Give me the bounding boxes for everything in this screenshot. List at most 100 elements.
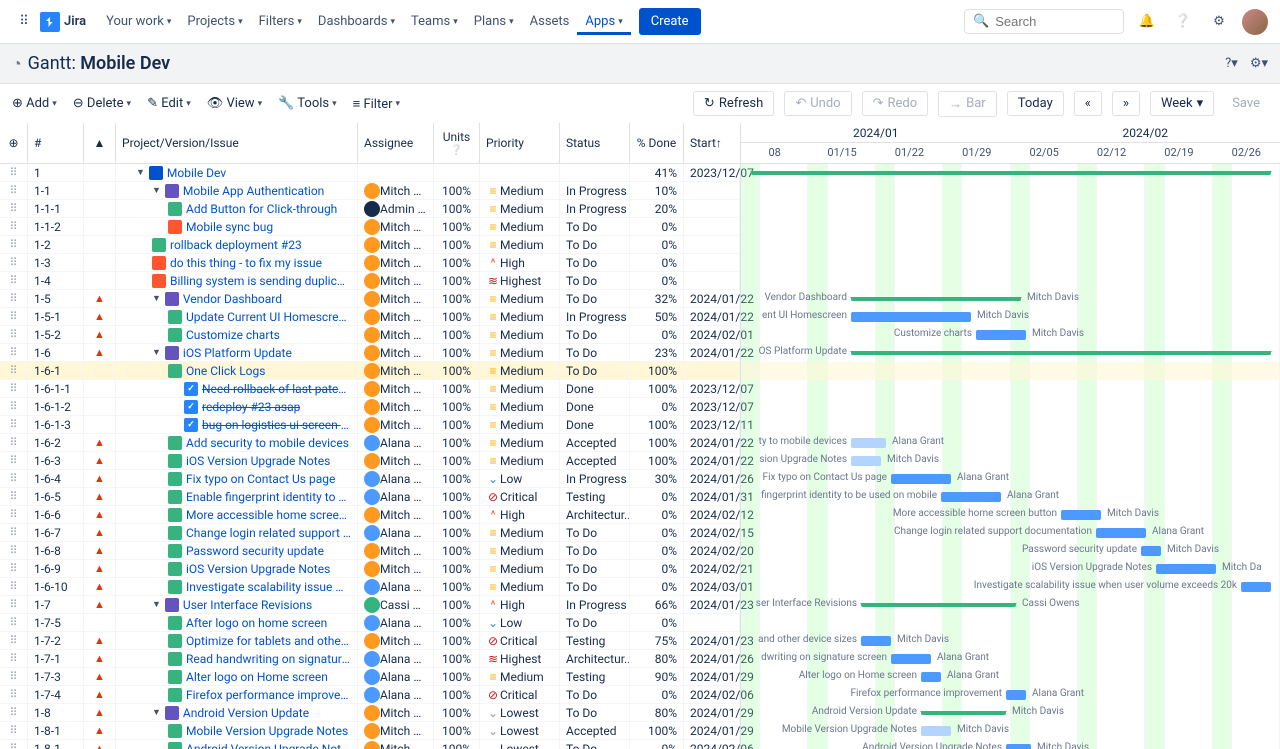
gantt-row[interactable]: Investigate scalability issue when user … xyxy=(741,578,1280,596)
drag-handle-icon[interactable]: ⠿ xyxy=(9,724,17,737)
gantt-row[interactable] xyxy=(741,380,1280,398)
col-status[interactable]: Status xyxy=(560,123,630,163)
delete-menu[interactable]: ⊖ Delete ▾ xyxy=(73,96,131,112)
issue-link[interactable]: Change login related support docume... xyxy=(186,526,351,540)
grid-row[interactable]: ⠿1-6-1-1✓Need rollback of last patch asa… xyxy=(0,380,740,398)
issue-link[interactable]: Enable fingerprint identity to be used .… xyxy=(186,490,351,504)
tools-menu[interactable]: 🔧 Tools ▾ xyxy=(278,96,337,112)
gantt-row[interactable] xyxy=(741,182,1280,200)
issue-link[interactable]: Mobile Version Upgrade Notes xyxy=(186,724,348,738)
add-menu[interactable]: ⊕ Add ▾ xyxy=(12,96,57,112)
gantt-row[interactable]: Android Version UpdateMitch Davis xyxy=(741,704,1280,722)
gantt-row[interactable]: Customize chartsMitch Davis xyxy=(741,326,1280,344)
grid-row[interactable]: ⠿1-4Billing system is sending duplicate … xyxy=(0,272,740,290)
col-start[interactable]: Start ↑ xyxy=(684,123,740,163)
bar-button[interactable]: → Bar xyxy=(938,91,997,117)
col-priority[interactable]: Priority xyxy=(480,123,560,163)
grid-row[interactable]: ⠿1-6▲▼iOS Platform Update Mitch Da...100… xyxy=(0,344,740,362)
drag-handle-icon[interactable]: ⠿ xyxy=(9,544,17,557)
col-number[interactable]: # xyxy=(28,123,84,163)
issue-link[interactable]: More accessible home screen button xyxy=(186,508,351,522)
issue-link[interactable]: Optimize for tablets and other device ..… xyxy=(186,634,351,648)
gantt-row[interactable]: Firefox performance improvementAlana Gra… xyxy=(741,686,1280,704)
today-button[interactable]: Today xyxy=(1007,91,1064,116)
gantt-bar[interactable] xyxy=(1141,546,1161,556)
gantt-row[interactable] xyxy=(741,272,1280,290)
issue-link[interactable]: Add Button for Click-through xyxy=(186,202,337,216)
search-input[interactable] xyxy=(995,14,1115,29)
issue-link[interactable]: Fix typo on Contact Us page xyxy=(186,472,335,486)
gantt-bar[interactable] xyxy=(851,456,881,466)
header-settings-icon[interactable]: ⚙▾ xyxy=(1250,56,1268,71)
issue-link[interactable]: Mobile App Authentication xyxy=(183,184,324,198)
issue-link[interactable]: One Click Logs xyxy=(186,364,265,378)
drag-handle-icon[interactable]: ⠿ xyxy=(9,400,17,413)
grid-row[interactable]: ⠿1-7-4▲Firefox performance improvement A… xyxy=(0,686,740,704)
drag-handle-icon[interactable]: ⠿ xyxy=(9,454,17,467)
gantt-bar[interactable] xyxy=(851,438,886,448)
nav-your-work[interactable]: Your work ▾ xyxy=(98,8,179,35)
tree-toggle-icon[interactable]: ▼ xyxy=(152,599,161,610)
drag-handle-icon[interactable]: ⠿ xyxy=(9,364,17,377)
drag-handle-icon[interactable]: ⠿ xyxy=(9,652,17,665)
week-selector[interactable]: Week ▾ xyxy=(1150,91,1214,116)
nav-apps[interactable]: Apps ▾ xyxy=(577,8,630,35)
grid-row[interactable]: ⠿1-6-8▲Password security update Mitch Da… xyxy=(0,542,740,560)
nav-dashboards[interactable]: Dashboards ▾ xyxy=(310,8,403,35)
tree-toggle-icon[interactable]: ▼ xyxy=(152,347,161,358)
drag-handle-icon[interactable]: ⠿ xyxy=(9,616,17,629)
grid-row[interactable]: ⠿1-1▼Mobile App Authentication Mitch Da.… xyxy=(0,182,740,200)
grid-row[interactable]: ⠿1-6-6▲More accessible home screen butto… xyxy=(0,506,740,524)
grid-row[interactable]: ⠿1-6-7▲Change login related support docu… xyxy=(0,524,740,542)
grid-row[interactable]: ⠿1-6-2▲Add security to mobile devices Al… xyxy=(0,434,740,452)
header-help-icon[interactable]: ?▾ xyxy=(1225,56,1238,71)
gantt-row[interactable]: ent UI HomescreenMitch Davis xyxy=(741,308,1280,326)
issue-link[interactable]: Firefox performance improvement xyxy=(186,688,351,702)
redo-button[interactable]: ↷ Redo xyxy=(862,91,929,116)
notifications-icon[interactable]: 🔔 xyxy=(1134,9,1160,35)
issue-link[interactable]: rollback deployment #23 xyxy=(170,238,302,252)
gantt-row[interactable] xyxy=(741,398,1280,416)
gantt-bar[interactable] xyxy=(1061,510,1101,520)
gantt-row[interactable]: Password security updateMitch Davis xyxy=(741,542,1280,560)
gantt-bar[interactable] xyxy=(751,171,1271,175)
gantt-bar[interactable] xyxy=(921,726,951,736)
search-box[interactable]: 🔍 xyxy=(964,9,1124,34)
grid-row[interactable]: ⠿1-6-10▲Investigate scalability issue wh… xyxy=(0,578,740,596)
issue-link[interactable]: Add security to mobile devices xyxy=(186,436,349,450)
gantt-row[interactable]: fingerprint identity to be used on mobil… xyxy=(741,488,1280,506)
gantt-row[interactable]: Alter logo on Home screenAlana Grant xyxy=(741,668,1280,686)
next-button[interactable]: » xyxy=(1112,91,1140,116)
grid-row[interactable]: ⠿1-6-4▲Fix typo on Contact Us page Alana… xyxy=(0,470,740,488)
tree-toggle-icon[interactable]: ▼ xyxy=(152,293,161,304)
drag-handle-icon[interactable]: ⠿ xyxy=(9,220,17,233)
tree-toggle-icon[interactable]: ▼ xyxy=(152,185,161,196)
drag-handle-icon[interactable]: ⠿ xyxy=(9,436,17,449)
gantt-row[interactable]: dwriting on signature screenAlana Grant xyxy=(741,650,1280,668)
gantt-row[interactable] xyxy=(741,416,1280,434)
grid-row[interactable]: ⠿1-6-9▲iOS Version Upgrade Notes Mitch D… xyxy=(0,560,740,578)
gantt-row[interactable] xyxy=(741,164,1280,182)
issue-link[interactable]: Mobile sync bug xyxy=(186,220,273,234)
gantt-row[interactable]: iOS Version Upgrade NotesMitch Da xyxy=(741,560,1280,578)
drag-handle-icon[interactable]: ⠿ xyxy=(9,310,17,323)
drag-handle-icon[interactable]: ⠿ xyxy=(9,202,17,215)
grid-row[interactable]: ⠿1-5-1▲Update Current UI Homescreen Mitc… xyxy=(0,308,740,326)
issue-link[interactable]: Android Version Update xyxy=(183,706,309,720)
gantt-row[interactable] xyxy=(741,218,1280,236)
view-menu[interactable]: 👁 View ▾ xyxy=(207,96,262,112)
drag-handle-icon[interactable]: ⠿ xyxy=(9,292,17,305)
gantt-bar[interactable] xyxy=(851,351,1271,355)
issue-link[interactable]: iOS Platform Update xyxy=(183,346,292,360)
grid-row[interactable]: ⠿1-5-2▲Customize charts Mitch Da...100%≡… xyxy=(0,326,740,344)
gantt-bar[interactable] xyxy=(861,636,891,646)
issue-link[interactable]: bug on logistics ui screen 12038 xyxy=(202,418,351,432)
drag-handle-icon[interactable]: ⠿ xyxy=(9,166,17,179)
drag-handle-icon[interactable]: ⠿ xyxy=(9,382,17,395)
drag-handle-icon[interactable]: ⠿ xyxy=(9,490,17,503)
issue-link[interactable]: After logo on home screen xyxy=(186,616,327,630)
col-warn[interactable]: ▲ xyxy=(84,123,116,163)
gantt-row[interactable]: Mobile Version Upgrade NotesMitch Davis xyxy=(741,722,1280,740)
gantt-row[interactable]: Vendor DashboardMitch Davis xyxy=(741,290,1280,308)
grid-row[interactable]: ⠿1-7-1▲Read handwriting on signature scr… xyxy=(0,650,740,668)
